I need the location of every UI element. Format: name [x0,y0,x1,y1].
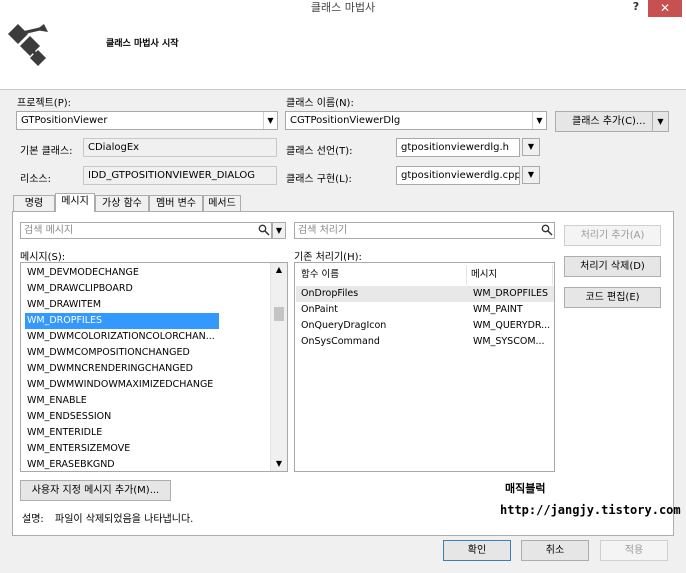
add-custom-message-button[interactable]: 사용자 지정 메시지 추가(M)... [20,480,171,501]
project-combo[interactable]: GTPositionViewer ▼ [16,111,278,130]
table-row[interactable]: OnQueryDragIcon WM_QUERYDR... [296,318,554,334]
handler-message: WM_QUERYDR... [473,320,551,331]
description-label: 설명: [22,514,44,525]
list-item[interactable]: WM_ENTERIDLE [25,425,219,441]
search-icon[interactable] [541,224,553,236]
message-list[interactable]: WM_DEVMODECHANGE WM_DRAWCLIPBOARD WM_DRA… [20,262,288,472]
handler-message: WM_DROPFILES [473,288,549,299]
list-item[interactable]: WM_DRAWCLIPBOARD [25,281,219,297]
watermark-name: 매직블럭 [505,482,546,495]
class-declaration-label: 클래스 선언(T): [286,146,353,157]
handler-function: OnSysCommand [301,336,380,347]
scroll-down-icon[interactable]: ▼ [271,457,287,471]
class-declaration-dropdown[interactable]: ▼ [522,138,540,156]
tab-methods[interactable]: 메서드 [203,195,241,212]
handler-message: WM_PAINT [473,304,523,315]
handlers-label: 기존 처리기(H): [294,252,362,263]
list-item[interactable]: WM_DWMCOLORIZATIONCOLORCHAN... [25,329,219,345]
column-header-message[interactable]: 메시지 [467,265,553,285]
search-icon[interactable] [258,224,270,236]
search-messages-dropdown[interactable]: ▼ [272,222,286,239]
tab-virtual-functions[interactable]: 가상 함수 [95,195,149,212]
header-title: 클래스 마법사 시작 [106,39,179,49]
class-implementation-field[interactable]: gtpositionviewerdlg.cpp [396,166,520,185]
chevron-down-icon: ▼ [527,142,535,151]
message-list-scrollbar[interactable]: ▲ ▼ [270,263,287,471]
class-implementation-dropdown[interactable]: ▼ [522,166,540,184]
resource-field: IDD_GTPOSITIONVIEWER_DIALOG [83,166,277,185]
apply-button[interactable]: 적용 [600,540,668,561]
class-wizard-icon [8,24,48,66]
list-item[interactable]: WM_DRAWITEM [25,297,219,313]
delete-handler-button[interactable]: 처리기 삭제(D) [564,256,661,277]
class-declaration-field[interactable]: gtpositionviewerdlg.h [396,138,520,157]
project-value: GTPositionViewer [21,115,108,126]
close-button[interactable]: ✕ [648,0,682,17]
chevron-down-icon: ▼ [527,170,535,179]
list-item[interactable]: WM_DWMCOMPOSITIONCHANGED [25,345,219,361]
list-item[interactable]: WM_DWMWINDOWMAXIMIZEDCHANGE [25,377,219,393]
wizard-header [0,18,686,90]
list-item[interactable]: WM_ERASEBKGND [25,457,219,471]
chevron-down-icon[interactable]: ▼ [263,112,277,129]
chevron-down-icon: ▼ [275,226,283,235]
list-item[interactable]: WM_ENDSESSION [25,409,219,425]
add-class-button[interactable]: 클래스 추가(C)... ▼ [555,111,669,132]
table-row[interactable]: OnPaint WM_PAINT [296,302,554,318]
scroll-up-icon[interactable]: ▲ [271,263,287,277]
list-item[interactable]: WM_DWMNCRENDERINGCHANGED [25,361,219,377]
class-name-combo[interactable]: CGTPositionViewerDlg ▼ [285,111,547,130]
tab-member-variables[interactable]: 멤버 변수 [149,195,203,212]
edit-code-button[interactable]: 코드 편집(E) [564,287,661,308]
watermark-url: http://jangjy.tistory.com [500,503,681,517]
tab-messages[interactable]: 메시지 [55,193,95,212]
table-row[interactable]: OnDropFiles WM_DROPFILES [296,286,554,302]
list-item[interactable]: WM_ENABLE [25,393,219,409]
list-item-selected[interactable]: WM_DROPFILES [25,313,219,329]
resource-label: 리소스: [20,174,51,185]
search-messages-input[interactable]: 검색 메시지 [20,222,272,239]
handler-function: OnPaint [301,304,339,315]
add-handler-button[interactable]: 처리기 추가(A) [564,225,661,246]
project-label: 프로젝트(P): [17,98,72,109]
column-header-function[interactable]: 함수 이름 [297,265,467,285]
class-implementation-label: 클래스 구현(L): [286,174,352,185]
list-item[interactable]: WM_ENTERSIZEMOVE [25,441,219,457]
base-class-label: 기본 클래스: [20,146,73,157]
chevron-down-icon[interactable]: ▼ [652,112,668,131]
window-title: 클래스 마법사 [310,1,376,14]
handler-function: OnQueryDragIcon [301,320,387,331]
ok-button[interactable]: 확인 [443,540,511,561]
search-handlers-input[interactable]: 검색 처리기 [294,222,555,239]
class-name-label: 클래스 이름(N): [286,98,354,109]
existing-handlers-list[interactable]: 함수 이름 메시지 OnDropFiles WM_DROPFILES OnPai… [294,262,555,472]
table-row[interactable]: OnSysCommand WM_SYSCOM... [296,334,554,350]
chevron-down-icon[interactable]: ▼ [532,112,546,129]
handler-function: OnDropFiles [301,288,359,299]
tab-commands[interactable]: 명령 [13,195,55,212]
messages-label: 메시지(S): [20,252,66,263]
description-text: 파일이 삭제되었음을 나타냅니다. [55,514,194,525]
list-item[interactable]: WM_DEVMODECHANGE [25,265,219,281]
cancel-button[interactable]: 취소 [521,540,589,561]
add-class-label: 클래스 추가(C)... [572,116,646,127]
scrollbar-thumb[interactable] [274,307,284,321]
base-class-field: CDialogEx [83,138,277,157]
handler-message: WM_SYSCOM... [473,336,545,347]
class-name-value: CGTPositionViewerDlg [290,115,401,126]
help-button[interactable]: ? [626,0,646,16]
